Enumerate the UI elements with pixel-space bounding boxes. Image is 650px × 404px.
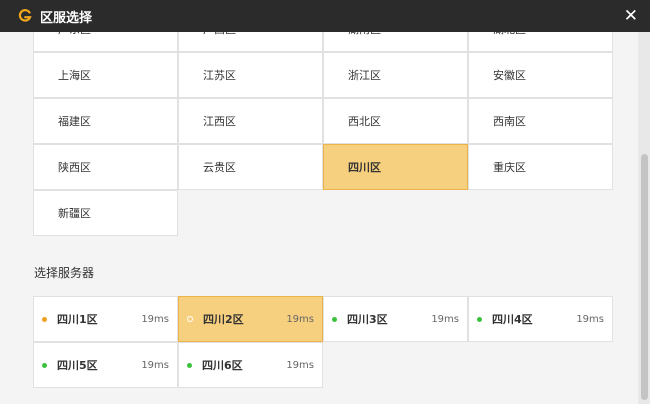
dialog-window: 区服选择 ✕ 广东区 广西区 湖南区 湖北区上海区 江苏区 浙江区 安徽区福建区 江西区 西北区… (0, 0, 650, 404)
server-name: 四川6区 (202, 359, 243, 372)
server-ping: 19ms (286, 313, 314, 325)
region-label: 新疆区 (58, 207, 91, 220)
region-cell[interactable]: 西北区 (323, 98, 468, 144)
region-label: 西南区 (493, 115, 526, 128)
server-ping: 19ms (141, 313, 169, 325)
server-name: 四川1区 (57, 313, 98, 326)
region-cell[interactable]: 湖南区 (323, 32, 468, 52)
region-cell[interactable]: 陕西区 (33, 144, 178, 190)
region-label: 湖南区 (348, 32, 381, 37)
region-label: 云贵区 (203, 161, 236, 174)
region-cell[interactable]: 江西区 (178, 98, 323, 144)
server-ping: 19ms (576, 313, 604, 325)
region-cell[interactable]: 福建区 (33, 98, 178, 144)
server-cell[interactable]: 四川2区 19ms (178, 296, 323, 342)
region-cell[interactable]: 安徽区 (468, 52, 613, 98)
server-grid: 四川1区 19ms 四川2区 19ms 四川3区 19ms 四川4区 19ms 四川5区 19ms… (33, 296, 613, 388)
server-name: 四川3区 (347, 313, 388, 326)
region-cell[interactable]: 西南区 (468, 98, 613, 144)
server-section-label: 选择服务器 (34, 266, 95, 280)
status-dot-icon (187, 362, 192, 368)
region-label: 江苏区 (203, 69, 236, 82)
region-label: 广西区 (203, 32, 236, 37)
region-label: 福建区 (58, 115, 91, 128)
status-dot-icon (187, 316, 193, 322)
window-title: 区服选择 (40, 10, 93, 26)
region-label: 安徽区 (493, 69, 526, 82)
scrollbar-track[interactable] (638, 32, 650, 404)
region-cell[interactable]: 上海区 (33, 52, 178, 98)
region-cell[interactable]: 浙江区 (323, 52, 468, 98)
region-label: 湖北区 (493, 32, 526, 37)
region-label: 重庆区 (493, 161, 526, 174)
server-ping: 19ms (286, 359, 314, 371)
region-cell[interactable]: 四川区 (323, 144, 468, 190)
server-cell[interactable]: 四川4区 19ms (468, 296, 613, 342)
region-cell[interactable]: 广西区 (178, 32, 323, 52)
region-label: 广东区 (58, 32, 91, 37)
status-dot-icon (42, 362, 47, 368)
app-logo-icon (18, 9, 32, 23)
region-cell[interactable]: 重庆区 (468, 144, 613, 190)
region-cell[interactable]: 云贵区 (178, 144, 323, 190)
region-label: 四川区 (348, 161, 381, 174)
region-cell[interactable]: 新疆区 (33, 190, 178, 236)
region-label: 西北区 (348, 115, 381, 128)
status-dot-icon (332, 316, 337, 322)
status-dot-icon (42, 316, 47, 322)
server-cell[interactable]: 四川1区 19ms (33, 296, 178, 342)
server-ping: 19ms (431, 313, 459, 325)
server-name: 四川4区 (492, 313, 533, 326)
region-cell[interactable]: 湖北区 (468, 32, 613, 52)
scrollbar-thumb[interactable] (641, 154, 648, 400)
content-area[interactable]: 广东区 广西区 湖南区 湖北区上海区 江苏区 浙江区 安徽区福建区 江西区 西北区 西南区陕西区 云… (0, 32, 638, 404)
title-bar[interactable]: 区服选择 ✕ (0, 0, 650, 32)
region-cell[interactable]: 江苏区 (178, 52, 323, 98)
region-label: 江西区 (203, 115, 236, 128)
region-grid: 广东区 广西区 湖南区 湖北区上海区 江苏区 浙江区 安徽区福建区 江西区 西北区 西南区陕西区 云… (33, 32, 613, 236)
status-dot-icon (477, 316, 482, 322)
region-label: 浙江区 (348, 69, 381, 82)
server-ping: 19ms (141, 359, 169, 371)
close-button[interactable]: ✕ (624, 6, 638, 26)
server-name: 四川5区 (57, 359, 98, 372)
region-label: 陕西区 (58, 161, 91, 174)
server-cell[interactable]: 四川6区 19ms (178, 342, 323, 388)
region-cell[interactable]: 广东区 (33, 32, 178, 52)
server-cell[interactable]: 四川5区 19ms (33, 342, 178, 388)
region-label: 上海区 (58, 69, 91, 82)
server-cell[interactable]: 四川3区 19ms (323, 296, 468, 342)
server-name: 四川2区 (203, 313, 244, 326)
